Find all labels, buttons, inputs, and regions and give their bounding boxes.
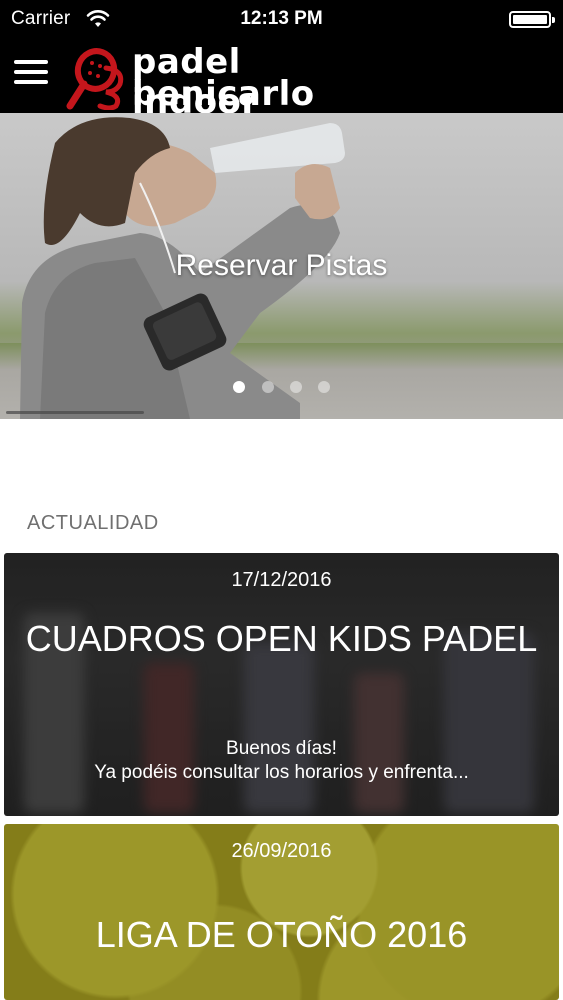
hamburger-menu-icon[interactable]: [14, 60, 48, 88]
carousel-dot-3[interactable]: [290, 381, 302, 393]
hero-carousel[interactable]: Reservar Pistas: [0, 113, 563, 419]
carousel-dot-4[interactable]: [318, 381, 330, 393]
carousel-dot-1[interactable]: [233, 381, 245, 393]
carousel-pagination: [0, 381, 563, 395]
logo-text-line2: benicarlo: [132, 74, 315, 114]
news-title: LIGA DE OTOÑO 2016: [95, 914, 468, 955]
news-title: CUADROS OPEN KIDS PADEL: [25, 618, 538, 659]
carousel-scroll-indicator: [6, 411, 144, 414]
news-card[interactable]: 26/09/2016 LIGA DE OTOÑO 2016: [4, 824, 559, 1000]
carousel-dot-2[interactable]: [262, 381, 274, 393]
status-bar: Carrier 12:13 PM: [0, 0, 563, 38]
news-card[interactable]: 17/12/2016 CUADROS OPEN KIDS PADEL Bueno…: [4, 553, 559, 816]
clock: 12:13 PM: [240, 8, 323, 29]
news-date: 17/12/2016: [231, 569, 332, 591]
padel-racket-logo-icon: [66, 48, 124, 110]
app-header: Carrier 12:13 PM padel indoor benicarlo: [0, 0, 563, 122]
battery-icon: [509, 11, 555, 28]
hero-title[interactable]: Reservar Pistas: [0, 249, 563, 283]
news-date: 26/09/2016: [231, 840, 332, 862]
news-excerpt: Buenos días! Ya podéis consultar los hor…: [94, 738, 469, 783]
app-logo[interactable]: padel indoor benicarlo: [66, 42, 376, 122]
section-title-actualidad: ACTUALIDAD: [27, 512, 159, 534]
